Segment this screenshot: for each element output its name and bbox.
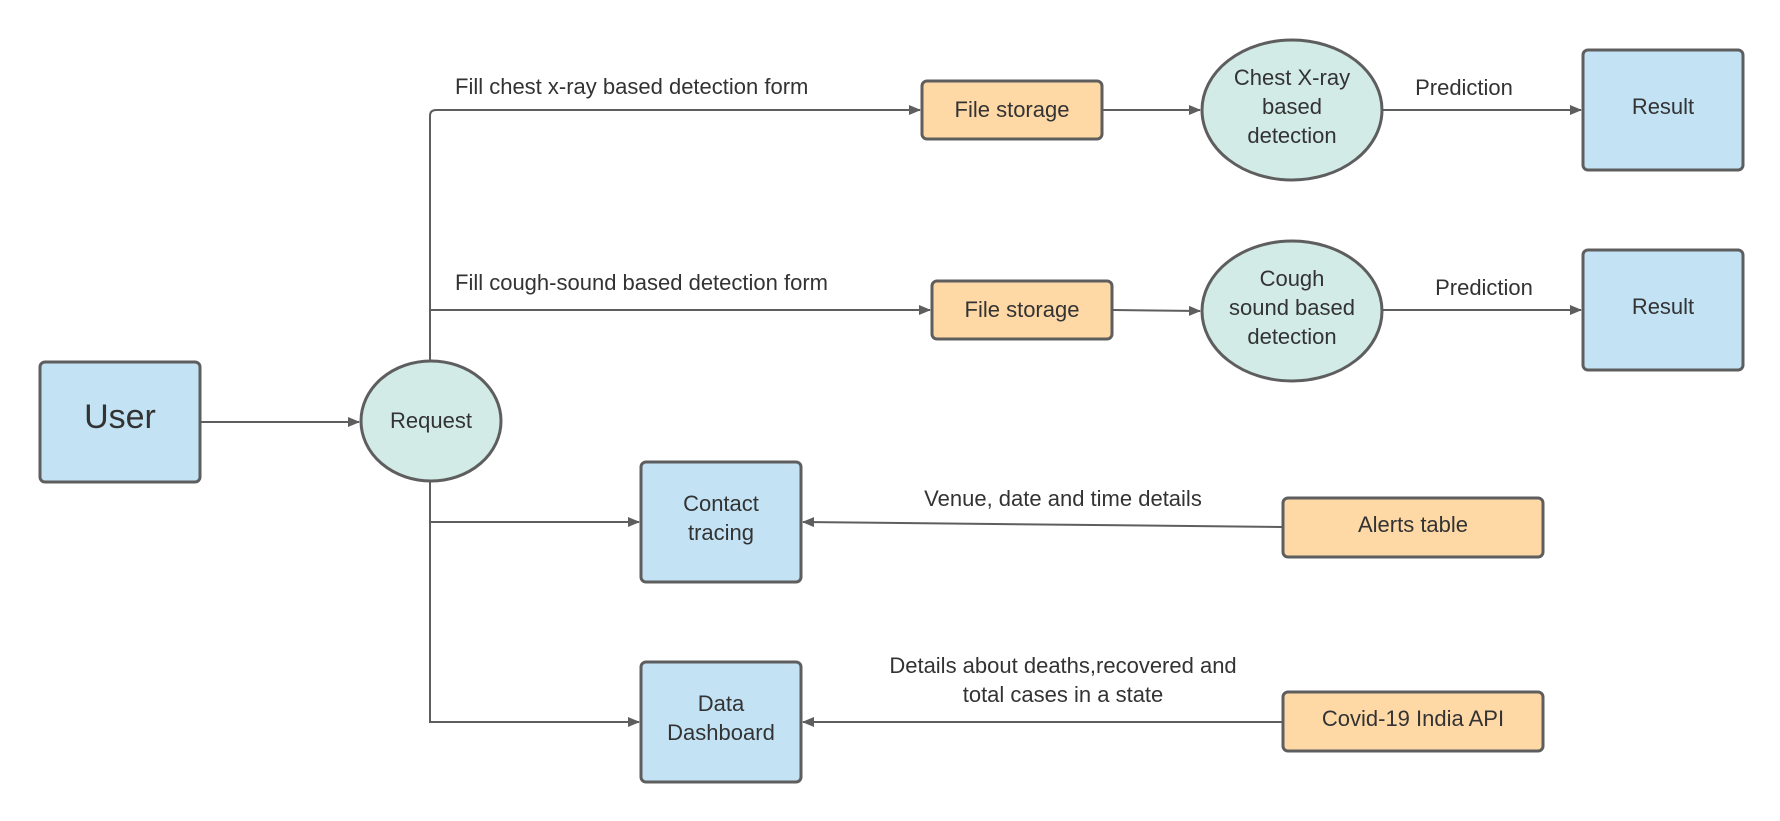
node-chest-xray-label-line-2: based [1262, 94, 1322, 119]
node-result-1-label: Result [1632, 94, 1694, 119]
edge-request-to-contact-tracing [429, 481, 640, 527]
node-result-2-label: Result [1632, 294, 1694, 319]
edge-label-venue-details: Venue, date and time details [924, 486, 1202, 511]
node-file-storage-1[interactable]: File storage [920, 79, 1104, 141]
node-covid-india-api-label: Covid-19 India API [1322, 706, 1504, 731]
edge-request-to-file-storage-1 [429, 105, 921, 361]
node-cough-sound-label-line-1: Cough [1260, 266, 1325, 291]
node-result-2[interactable]: Result [1581, 248, 1745, 372]
node-file-storage-1-label: File storage [955, 97, 1070, 122]
edge-file-storage-2-to-cough-sound [1112, 305, 1201, 316]
node-data-dashboard-label-line-2: Dashboard [667, 720, 775, 745]
edge-label-chest-form: Fill chest x-ray based detection form [455, 74, 808, 99]
node-contact-tracing[interactable]: Contact tracing [639, 460, 803, 584]
node-alerts-table[interactable]: Alerts table [1281, 496, 1545, 559]
edge-label-api-details-line-2: total cases in a state [963, 682, 1164, 707]
node-user[interactable]: User [38, 360, 202, 484]
node-cough-sound-label-line-3: detection [1247, 324, 1336, 349]
node-chest-xray-label-line-3: detection [1247, 123, 1336, 148]
node-cough-sound-label-line-2: sound based [1229, 295, 1355, 320]
node-file-storage-2-label: File storage [965, 297, 1080, 322]
node-request-label: Request [390, 408, 472, 433]
edge-label-prediction-1: Prediction [1415, 75, 1513, 100]
node-result-1[interactable]: Result [1581, 48, 1745, 172]
node-user-label: User [84, 398, 156, 436]
node-chest-xray-detection[interactable]: Chest X-ray based detection [1200, 38, 1384, 182]
edge-alerts-table-to-contact-tracing [802, 517, 1283, 528]
node-contact-tracing-label-line-2: tracing [688, 520, 754, 545]
edge-label-prediction-2: Prediction [1435, 275, 1533, 300]
node-request[interactable]: Request [359, 359, 503, 483]
diagram-canvas: Fill chest x-ray based detection form Fi… [38, 38, 1745, 784]
edge-request-to-data-dashboard [429, 522, 640, 727]
edge-label-api-details-line-1: Details about deaths,recovered and [889, 653, 1236, 678]
node-file-storage-2[interactable]: File storage [930, 279, 1114, 341]
node-alerts-table-label: Alerts table [1358, 512, 1468, 537]
node-contact-tracing-label-line-1: Contact [683, 491, 759, 516]
node-chest-xray-label-line-1: Chest X-ray [1234, 65, 1350, 90]
node-data-dashboard[interactable]: Data Dashboard [639, 660, 803, 784]
node-cough-sound-detection[interactable]: Cough sound based detection [1200, 239, 1384, 383]
node-data-dashboard-label-line-1: Data [698, 691, 745, 716]
node-covid-india-api[interactable]: Covid-19 India API [1281, 690, 1545, 753]
edge-label-cough-form: Fill cough-sound based detection form [455, 270, 828, 295]
